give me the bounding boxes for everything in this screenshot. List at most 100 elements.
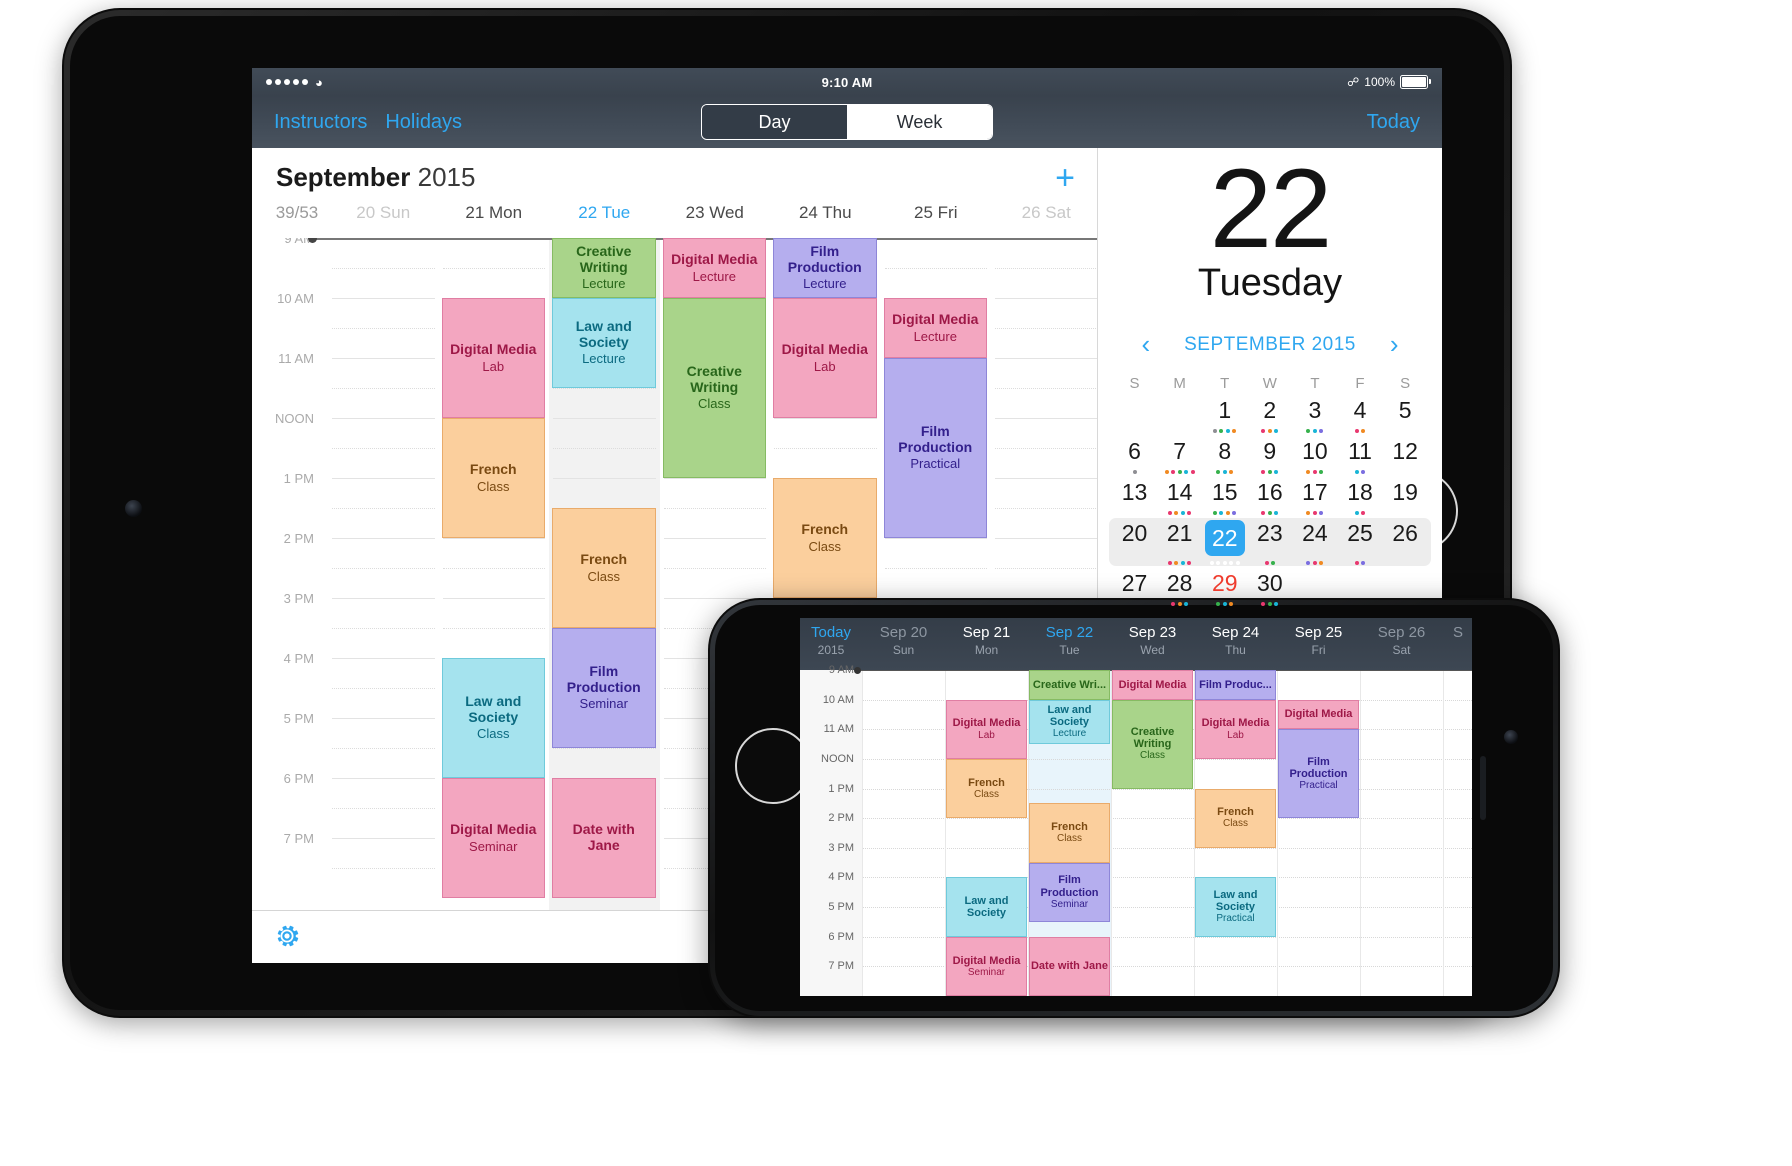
column-weekday: Tue bbox=[1059, 643, 1080, 657]
calendar-event[interactable]: Creative Writing Lecture bbox=[552, 238, 656, 298]
iphone-calendar-event[interactable]: Digital Media Lab bbox=[946, 699, 1027, 759]
mini-calendar-day-19[interactable]: 19 bbox=[1383, 476, 1428, 517]
day-number: 11 bbox=[1348, 438, 1372, 465]
mini-calendar-day-25[interactable]: 25 bbox=[1337, 517, 1382, 567]
mini-calendar-day-29[interactable]: 29 bbox=[1202, 567, 1247, 608]
iphone-column-header-sep-22[interactable]: Sep 22 Tue bbox=[1028, 618, 1111, 670]
column-header-20-sun[interactable]: 20 Sun bbox=[328, 203, 439, 223]
iphone-calendar-event[interactable]: Digital Media Seminar bbox=[946, 936, 1027, 996]
mini-calendar-week-row: 20 21 22 23 24 25 26 bbox=[1109, 517, 1431, 567]
add-event-button[interactable]: + bbox=[1055, 161, 1075, 195]
mini-calendar-day-22[interactable]: 22 bbox=[1202, 517, 1247, 567]
mini-calendar-day-28[interactable]: 28 bbox=[1157, 567, 1202, 608]
iphone-calendar-event[interactable]: French Class bbox=[1195, 788, 1276, 848]
calendar-event[interactable]: French Class bbox=[773, 478, 877, 598]
mini-calendar[interactable]: SMTWTFS 1 2 3 4 5 6 7 8 9 10 11 12 13 14 15 16 17 18 19 20 2… bbox=[1109, 372, 1431, 608]
calendar-event[interactable]: Digital Media Lab bbox=[773, 298, 877, 418]
mini-calendar-day-20[interactable]: 20 bbox=[1112, 517, 1157, 567]
calendar-event[interactable]: Digital Media Seminar bbox=[441, 778, 545, 898]
mini-calendar-day-3[interactable]: 3 bbox=[1292, 394, 1337, 435]
calendar-event[interactable]: Film Production Practical bbox=[883, 358, 987, 538]
iphone-calendar-event[interactable]: Film Production Seminar bbox=[1029, 862, 1110, 922]
mini-calendar-day-7[interactable]: 7 bbox=[1157, 435, 1202, 476]
column-header-22-tue[interactable]: 22 Tue bbox=[549, 203, 660, 223]
mini-calendar-day-15[interactable]: 15 bbox=[1202, 476, 1247, 517]
iphone-calendar-event[interactable]: Date with Jane bbox=[1029, 936, 1110, 996]
nav-item-instructors[interactable]: Instructors bbox=[274, 111, 367, 134]
mini-calendar-day-8[interactable]: 8 bbox=[1202, 435, 1247, 476]
iphone-calendar-event[interactable]: French Class bbox=[1029, 803, 1110, 863]
calendar-event[interactable]: Law and Society Lecture bbox=[552, 298, 656, 388]
iphone-column-header-sep-20[interactable]: Sep 20 Sun bbox=[862, 618, 945, 670]
nav-item-holidays[interactable]: Holidays bbox=[385, 111, 462, 134]
mini-calendar-day-12[interactable]: 12 bbox=[1383, 435, 1428, 476]
event-dots bbox=[1337, 511, 1382, 516]
mini-calendar-day-24[interactable]: 24 bbox=[1292, 517, 1337, 567]
mini-calendar-day-10[interactable]: 10 bbox=[1292, 435, 1337, 476]
iphone-calendar-event[interactable]: Creative Writing Class bbox=[1112, 699, 1193, 789]
iphone-calendar-event[interactable]: Law and Society Practical bbox=[1195, 877, 1276, 937]
dow-label: S bbox=[1400, 375, 1411, 393]
calendar-event[interactable]: Film Production Lecture bbox=[773, 238, 877, 298]
iphone-calendar-event[interactable]: Digital Media bbox=[1112, 670, 1193, 700]
mini-calendar-day-5[interactable]: 5 bbox=[1383, 394, 1428, 435]
column-header-26-sat[interactable]: 26 Sat bbox=[991, 203, 1102, 223]
iphone-column-header-sep-24[interactable]: Sep 24 Thu bbox=[1194, 618, 1277, 670]
iphone-column-header-sep-21[interactable]: Sep 21 Mon bbox=[945, 618, 1028, 670]
iphone-column-header-sep-25[interactable]: Sep 25 Fri bbox=[1277, 618, 1360, 670]
chevron-right-icon[interactable]: › bbox=[1390, 329, 1399, 360]
iphone-calendar-event[interactable]: Digital Media Lab bbox=[1195, 699, 1276, 759]
iphone-calendar-event[interactable]: Digital Media bbox=[1278, 699, 1359, 730]
calendar-event[interactable]: Law and Society Class bbox=[441, 658, 545, 778]
calendar-event[interactable]: Digital Media Lecture bbox=[883, 298, 987, 358]
mini-calendar-day-6[interactable]: 6 bbox=[1112, 435, 1157, 476]
mini-calendar-day-21[interactable]: 21 bbox=[1157, 517, 1202, 567]
iphone-calendar-event[interactable]: Law and Society Lecture bbox=[1029, 699, 1110, 745]
mini-calendar-day-9[interactable]: 9 bbox=[1247, 435, 1292, 476]
mini-calendar-day-23[interactable]: 23 bbox=[1247, 517, 1292, 567]
iphone-calendar-event[interactable]: Creative Wri... bbox=[1029, 670, 1110, 700]
iphone-week-grid[interactable]: 9 AM 10 AM 11 AM NOON 1 PM 2 PM 3 PM 4 PM 5 PM 6 … bbox=[800, 664, 1472, 996]
mini-calendar-day-30[interactable]: 30 bbox=[1247, 567, 1292, 608]
column-header-24-thu[interactable]: 24 Thu bbox=[770, 203, 881, 223]
mini-calendar-day-2[interactable]: 2 bbox=[1247, 394, 1292, 435]
column-header-21-mon[interactable]: 21 Mon bbox=[439, 203, 550, 223]
segment-week[interactable]: Week bbox=[847, 105, 992, 139]
calendar-event[interactable]: French Class bbox=[441, 418, 545, 538]
calendar-event[interactable]: Digital Media Lab bbox=[441, 298, 545, 418]
mini-calendar-day-18[interactable]: 18 bbox=[1337, 476, 1382, 517]
mini-calendar-day-13[interactable]: 13 bbox=[1112, 476, 1157, 517]
mini-calendar-day-26[interactable]: 26 bbox=[1383, 517, 1428, 567]
iphone-column-header-s[interactable]: S bbox=[1443, 618, 1472, 670]
calendar-event[interactable]: Creative Writing Class bbox=[662, 298, 766, 478]
segment-day[interactable]: Day bbox=[702, 105, 847, 139]
mini-calendar-day-4[interactable]: 4 bbox=[1337, 394, 1382, 435]
event-subtitle: Lab bbox=[1227, 729, 1244, 741]
mini-calendar-day-17[interactable]: 17 bbox=[1292, 476, 1337, 517]
column-date: S bbox=[1452, 624, 1463, 641]
mini-calendar-day-27[interactable]: 27 bbox=[1112, 567, 1157, 608]
view-mode-segmented-control[interactable]: Day Week bbox=[701, 104, 993, 140]
calendar-event[interactable]: Film Production Seminar bbox=[552, 628, 656, 748]
gear-icon[interactable] bbox=[272, 921, 302, 951]
iphone-today-button[interactable]: Today 2015 bbox=[800, 618, 862, 670]
chevron-left-icon[interactable]: ‹ bbox=[1141, 329, 1150, 360]
calendar-event[interactable]: Date with Jane bbox=[552, 778, 656, 898]
iphone-column-header-sep-26[interactable]: Sep 26 Sat bbox=[1360, 618, 1443, 670]
iphone-calendar-event[interactable]: Film Produc... bbox=[1195, 670, 1276, 700]
calendar-event[interactable]: Digital Media Lecture bbox=[662, 238, 766, 298]
column-header-25-fri[interactable]: 25 Fri bbox=[881, 203, 992, 223]
mini-calendar-day-1[interactable]: 1 bbox=[1202, 394, 1247, 435]
event-dots bbox=[1337, 429, 1382, 434]
iphone-column-header-sep-23[interactable]: Sep 23 Wed bbox=[1111, 618, 1194, 670]
mini-calendar-day-11[interactable]: 11 bbox=[1337, 435, 1382, 476]
mini-calendar-day-16[interactable]: 16 bbox=[1247, 476, 1292, 517]
iphone-calendar-event[interactable]: Law and Society bbox=[946, 877, 1027, 937]
day-name: Tuesday bbox=[1197, 262, 1343, 305]
iphone-calendar-event[interactable]: Film Production Practical bbox=[1278, 729, 1359, 819]
calendar-event[interactable]: French Class bbox=[552, 508, 656, 628]
column-header-23-wed[interactable]: 23 Wed bbox=[660, 203, 771, 223]
iphone-calendar-event[interactable]: French Class bbox=[946, 758, 1027, 819]
mini-calendar-day-14[interactable]: 14 bbox=[1157, 476, 1202, 517]
today-button[interactable]: Today bbox=[1367, 111, 1420, 134]
